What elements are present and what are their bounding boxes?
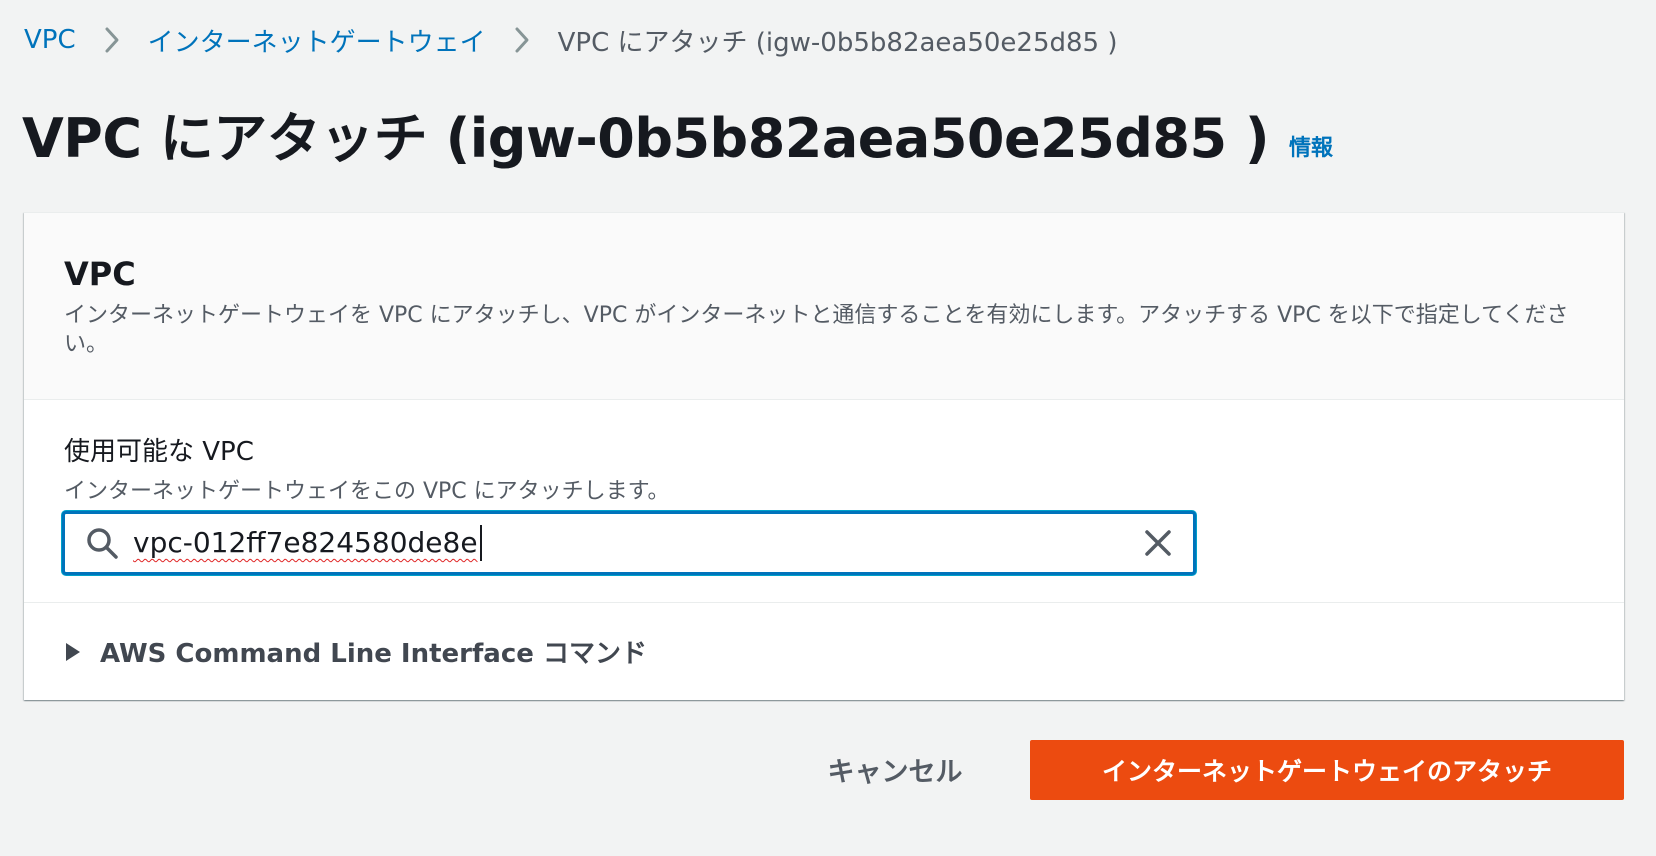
chevron-right-icon <box>486 22 558 58</box>
cli-command-expander[interactable]: AWS Command Line Interface コマンド <box>64 633 647 670</box>
vpc-container: VPC インターネットゲートウェイを VPC にアタッチし、VPC がインターネ… <box>24 212 1624 700</box>
caret-right-icon <box>66 642 80 661</box>
section-divider <box>24 602 1624 603</box>
chevron-right-icon <box>76 22 148 58</box>
page-header: VPC にアタッチ (igw-0b5b82aea50e25d85 ) 情報 <box>22 106 1333 172</box>
vpc-search-input[interactable]: vpc-012ff7e824580de8e <box>62 511 1196 575</box>
attach-internet-gateway-button[interactable]: インターネットゲートウェイのアタッチ <box>1030 740 1624 800</box>
search-icon <box>87 528 118 559</box>
container-header: VPC インターネットゲートウェイを VPC にアタッチし、VPC がインターネ… <box>24 213 1624 400</box>
vpc-search-value[interactable]: vpc-012ff7e824580de8e <box>133 525 482 561</box>
breadcrumb-current: VPC にアタッチ (igw-0b5b82aea50e25d85 ) <box>557 27 1118 58</box>
page: VPC インターネットゲートウェイ VPC にアタッチ (igw-0b5b82a… <box>0 0 1656 856</box>
container-title: VPC <box>64 255 136 293</box>
available-vpc-description: インターネットゲートウェイをこの VPC にアタッチします。 <box>64 479 670 504</box>
breadcrumb-link-vpc[interactable]: VPC <box>24 25 76 55</box>
breadcrumb-link-internet-gateways[interactable]: インターネットゲートウェイ <box>148 22 486 59</box>
container-description: インターネットゲートウェイを VPC にアタッチし、VPC がインターネットと通… <box>64 303 1569 357</box>
breadcrumb: VPC インターネットゲートウェイ VPC にアタッチ (igw-0b5b82a… <box>24 22 1118 58</box>
info-link[interactable]: 情報 <box>1289 130 1333 162</box>
cli-command-label: AWS Command Line Interface コマンド <box>100 639 647 669</box>
available-vpc-label: 使用可能な VPC <box>64 437 254 467</box>
close-icon[interactable] <box>1143 528 1173 558</box>
page-title: VPC にアタッチ (igw-0b5b82aea50e25d85 ) <box>22 107 1270 170</box>
cancel-button[interactable]: キャンセル <box>800 740 990 798</box>
